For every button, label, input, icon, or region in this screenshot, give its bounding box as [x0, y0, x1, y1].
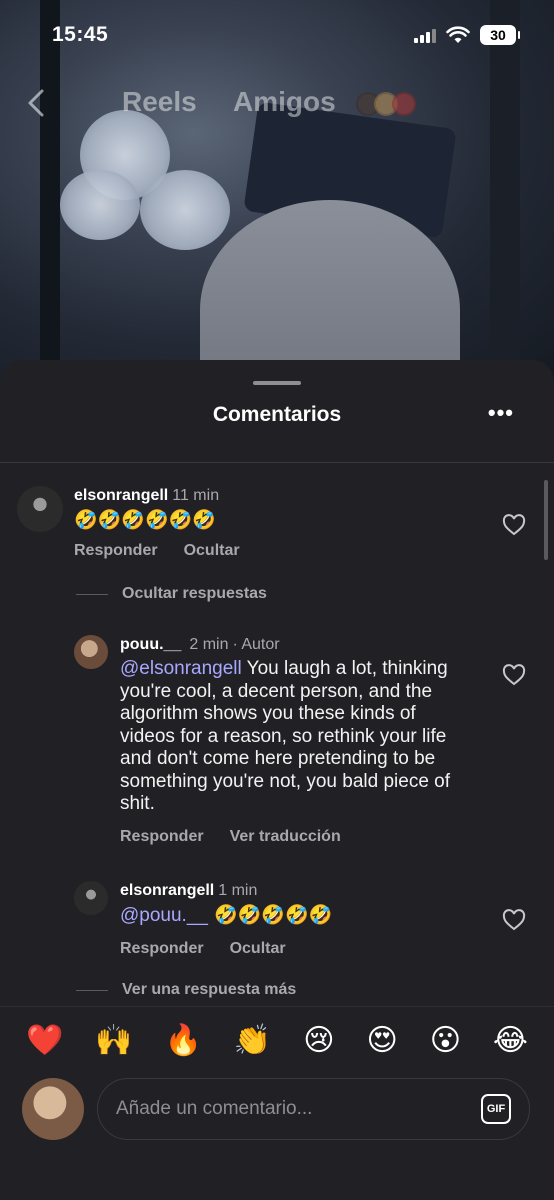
comment-input[interactable] — [116, 1098, 481, 1120]
comment-item: elsonrangell 11 min 🤣🤣🤣🤣🤣🤣 Responder Ocul… — [17, 486, 497, 560]
reaction-heart[interactable]: ❤️ — [26, 1023, 63, 1058]
reply-header: pouu.__ 2 min · Autor — [120, 635, 474, 655]
avatar — [22, 1078, 84, 1140]
comment-time: 11 min — [172, 487, 220, 504]
avatar[interactable] — [74, 881, 108, 915]
reply-button[interactable]: Responder — [74, 542, 158, 560]
status-time: 15:45 — [52, 23, 109, 46]
tab-reels[interactable]: Reels — [122, 86, 197, 118]
wifi-icon — [446, 26, 470, 43]
reply-text-body: 🤣🤣🤣🤣🤣 — [207, 904, 333, 926]
hide-button[interactable]: Ocultar — [230, 940, 286, 958]
reply-text: @elsonrangell You laugh a lot, thinking … — [120, 658, 474, 816]
reaction-raised-hands[interactable]: 🙌 — [95, 1023, 132, 1058]
thread-line — [76, 593, 108, 595]
sheet-grabber[interactable] — [253, 381, 301, 385]
reaction-clap[interactable]: 👏 — [234, 1023, 271, 1058]
comment-header: elsonrangell 11 min — [74, 486, 240, 506]
reply-body: pouu.__ 2 min · Autor @elsonrangell You la… — [120, 635, 474, 846]
heart-icon[interactable] — [502, 664, 526, 686]
quick-reactions-bar: ❤️ 🙌 🔥 👏 😢 😍 😮 😂 — [0, 1006, 554, 1074]
comment-body: elsonrangell 11 min 🤣🤣🤣🤣🤣🤣 Responder Ocul… — [74, 486, 240, 560]
reply-time: 2 min — [189, 636, 229, 653]
mention-link[interactable]: @elsonrangell — [120, 658, 242, 679]
friend-avatars — [356, 92, 416, 116]
tab-amigos[interactable]: Amigos — [233, 86, 336, 118]
reply-text: @pouu.__ 🤣🤣🤣🤣🤣 — [120, 904, 474, 928]
reply-body: elsonrangell 1 min @pouu.__ 🤣🤣🤣🤣🤣 Respond… — [120, 881, 474, 958]
cellular-signal-icon — [414, 27, 436, 43]
background-flower — [140, 170, 230, 250]
reply-actions: Responder Ver traducción — [120, 828, 474, 846]
hide-replies-toggle[interactable]: Ocultar respuestas — [76, 585, 267, 603]
scrollbar[interactable] — [544, 480, 548, 560]
reel-nav: Reels Amigos — [0, 82, 554, 126]
gif-button[interactable]: GIF — [481, 1094, 511, 1124]
reaction-fire[interactable]: 🔥 — [165, 1023, 202, 1058]
heart-icon[interactable] — [502, 909, 526, 931]
author-badge: · Autor — [232, 636, 280, 653]
avatar[interactable] — [74, 635, 108, 669]
avatar[interactable] — [17, 486, 63, 532]
reply-button[interactable]: Responder — [120, 828, 204, 846]
sheet-title: Comentarios — [212, 403, 342, 426]
reply-time: 1 min — [218, 882, 258, 899]
reply-text-body: You laugh a lot, thinking you're cool, a… — [120, 658, 451, 814]
reaction-crying[interactable]: 😢 — [303, 1023, 334, 1058]
more-horizontal-icon[interactable]: ••• — [488, 400, 514, 426]
heart-icon[interactable] — [502, 514, 526, 536]
reaction-joy[interactable]: 😂 — [493, 1023, 528, 1058]
reply-button[interactable]: Responder — [120, 940, 204, 958]
mention-link[interactable]: @pouu.__ — [120, 905, 208, 926]
reaction-surprised[interactable]: 😮 — [430, 1023, 461, 1058]
reply-username[interactable]: pouu.__ — [120, 636, 181, 653]
comment-input-wrapper[interactable]: GIF — [97, 1078, 530, 1140]
status-icons: 30 — [414, 25, 520, 45]
reply-actions: Responder Ocultar — [120, 940, 474, 958]
hide-replies-label[interactable]: Ocultar respuestas — [122, 585, 267, 603]
battery-indicator: 30 — [480, 25, 520, 45]
reaction-heart-eyes[interactable]: 😍 — [366, 1023, 397, 1058]
thread-line — [76, 989, 108, 991]
hide-button[interactable]: Ocultar — [184, 542, 240, 560]
reply-item: pouu.__ 2 min · Autor @elsonrangell You la… — [74, 635, 474, 846]
reply-username[interactable]: elsonrangell — [120, 882, 214, 899]
background-flower — [60, 170, 140, 240]
reply-item: elsonrangell 1 min @pouu.__ 🤣🤣🤣🤣🤣 Respond… — [74, 881, 474, 958]
view-more-replies-toggle[interactable]: Ver una respuesta más — [76, 981, 296, 999]
divider — [0, 462, 554, 463]
status-bar: 15:45 30 — [0, 0, 554, 70]
comment-actions: Responder Ocultar — [74, 542, 240, 560]
comment-input-bar: GIF — [0, 1074, 554, 1200]
view-more-replies-label[interactable]: Ver una respuesta más — [122, 981, 296, 999]
translate-button[interactable]: Ver traducción — [230, 828, 341, 846]
reply-header: elsonrangell 1 min — [120, 881, 474, 901]
comment-username[interactable]: elsonrangell — [74, 487, 168, 504]
friend-avatar — [392, 92, 416, 116]
comment-text: 🤣🤣🤣🤣🤣🤣 — [74, 509, 216, 531]
chevron-left-icon[interactable] — [26, 88, 46, 118]
